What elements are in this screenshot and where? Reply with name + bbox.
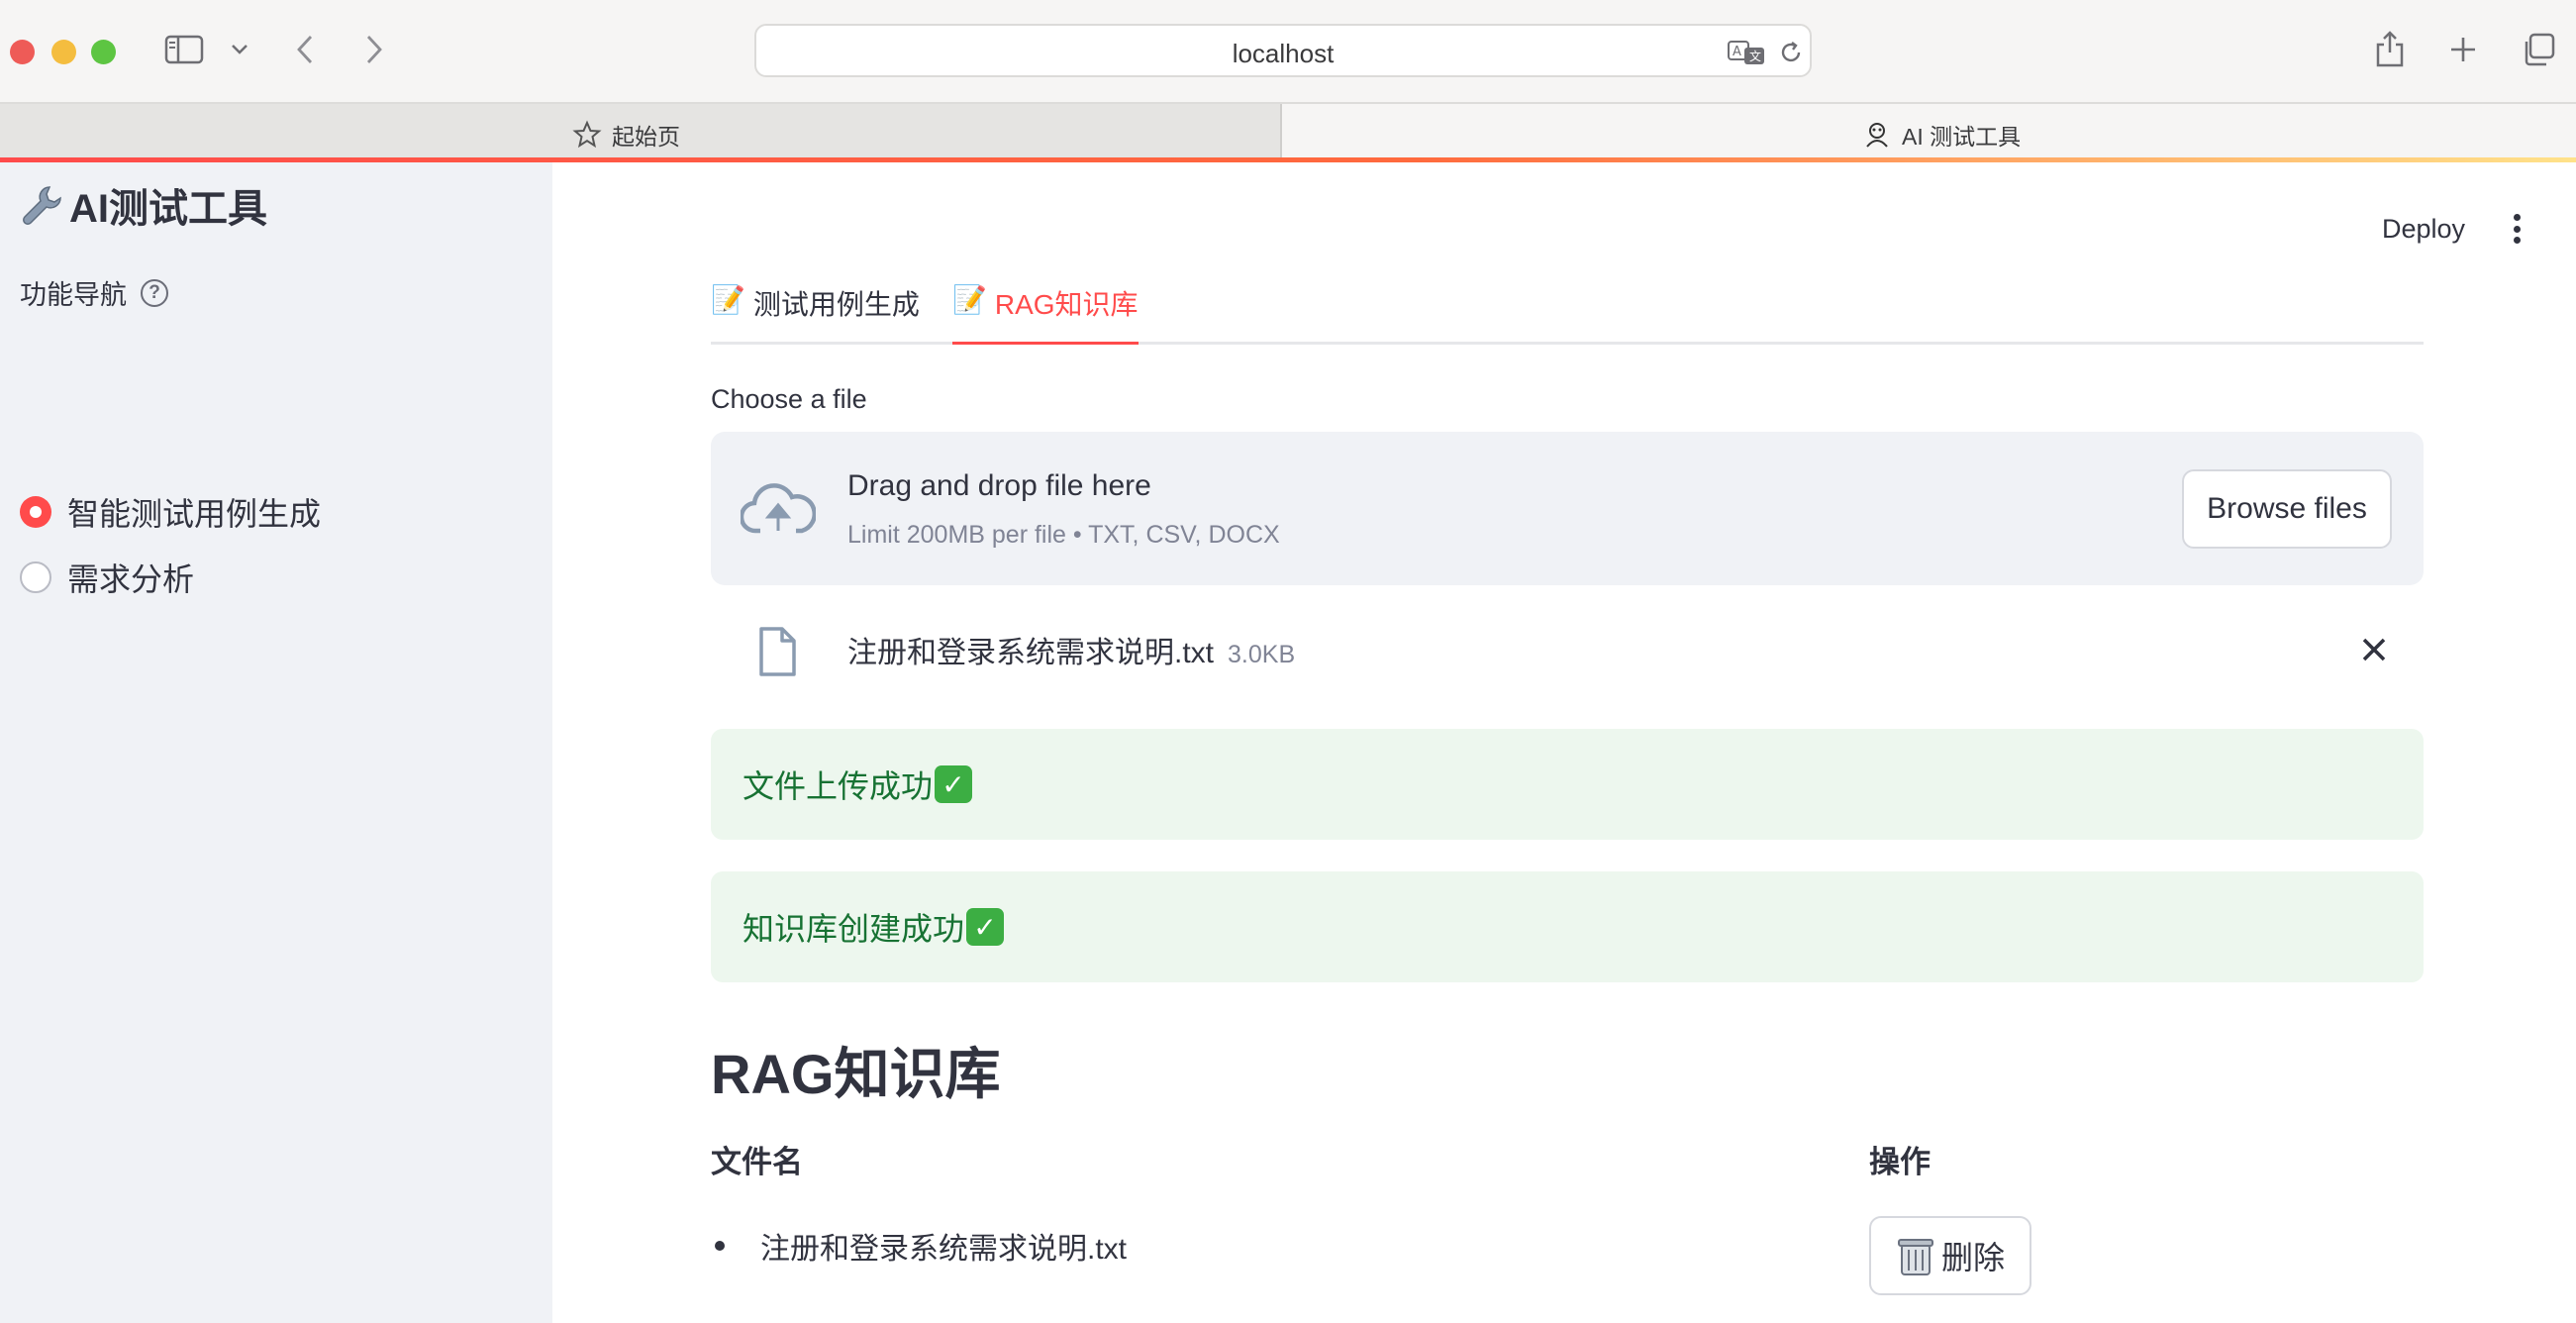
radio-option-requirement-analysis[interactable]: 需求分析: [20, 555, 194, 600]
forward-arrow-icon[interactable]: [362, 32, 386, 67]
tab-label: 测试用例生成: [752, 289, 920, 320]
alert-text: 知识库创建成功: [743, 911, 965, 947]
back-arrow-icon[interactable]: [293, 32, 317, 67]
svg-text:文: 文: [1749, 49, 1761, 63]
address-bar[interactable]: localhost A文: [754, 24, 1812, 77]
uploaded-file-name: 注册和登录系统需求说明.txt 3.0KB: [847, 628, 1295, 671]
radio-option-label: 需求分析: [67, 561, 195, 597]
translate-icon[interactable]: A文: [1727, 38, 1766, 67]
nav-label-text: 功能导航: [20, 280, 127, 310]
uploaded-file-row: 注册和登录系统需求说明.txt 3.0KB: [711, 614, 2424, 683]
upload-success-alert: 文件上传成功 ✓: [711, 729, 2424, 840]
uploaded-file-size: 3.0KB: [1228, 641, 1296, 668]
new-tab-plus-icon[interactable]: [2445, 32, 2481, 67]
tab-rag-knowledge-base[interactable]: 📝 RAG知识库: [952, 279, 1139, 345]
browser-toolbar: localhost A文: [0, 0, 2576, 102]
file-icon: [759, 627, 796, 676]
browser-tab-start-page[interactable]: 起始页: [0, 104, 1282, 159]
close-window-button[interactable]: [10, 40, 35, 64]
knowledge-base-title: RAG知识库: [711, 1043, 1001, 1105]
close-icon[interactable]: [2354, 630, 2394, 669]
deploy-button[interactable]: Deploy: [2382, 214, 2465, 245]
bullet-icon: [715, 1241, 725, 1251]
check-mark-icon: ✓: [935, 765, 973, 803]
alert-text: 文件上传成功: [743, 768, 934, 804]
column-header-actions: 操作: [1869, 1145, 1931, 1179]
list-item: 注册和登录系统需求说明.txt: [715, 1224, 1127, 1268]
memo-icon: 📝: [711, 284, 745, 315]
dropzone-title: Drag and drop file here: [847, 469, 1151, 502]
uploaded-file-name-text: 注册和登录系统需求说明.txt: [847, 637, 1215, 669]
star-icon: [572, 120, 602, 149]
streamlit-favicon-icon: [1866, 123, 1888, 148]
file-uploader-label: Choose a file: [711, 384, 867, 414]
wrench-icon: [23, 186, 61, 225]
sidebar-toggle-icon[interactable]: [164, 34, 204, 65]
kb-file-name: 注册和登录系统需求说明.txt: [760, 1233, 1128, 1266]
radio-option-label: 智能测试用例生成: [67, 496, 322, 532]
trash-icon: [1897, 1239, 1933, 1275]
column-header-filename: 文件名: [711, 1145, 803, 1179]
file-dropzone[interactable]: Drag and drop file here Limit 200MB per …: [711, 432, 2424, 585]
radio-unselected-icon[interactable]: [20, 561, 51, 593]
sidebar: [0, 162, 552, 1323]
minimize-window-button[interactable]: [51, 40, 76, 64]
dropzone-limit-text: Limit 200MB per file • TXT, CSV, DOCX: [847, 521, 1280, 549]
help-icon[interactable]: ?: [141, 278, 168, 307]
content-tabs: 📝 测试用例生成 📝 RAG知识库: [711, 279, 2424, 345]
browse-files-button[interactable]: Browse files: [2182, 469, 2392, 549]
browser-tab-label: 起始页: [612, 124, 680, 150]
share-icon[interactable]: [2372, 28, 2408, 69]
tab-test-case-generation[interactable]: 📝 测试用例生成: [711, 279, 920, 345]
radio-option-test-case-generation[interactable]: 智能测试用例生成: [20, 489, 321, 535]
chevron-down-icon[interactable]: [228, 40, 251, 59]
app-title: AI测试工具: [20, 176, 267, 234]
browser-tab-strip: 起始页 AI 测试工具: [0, 102, 2576, 159]
cloud-upload-icon: [741, 483, 816, 534]
app-title-text: AI测试工具: [69, 187, 267, 231]
delete-button-label: 删除: [1940, 1240, 2005, 1275]
browser-tab-label: AI 测试工具: [1902, 124, 2022, 150]
svg-text:A: A: [1733, 45, 1741, 59]
reload-icon[interactable]: [1776, 38, 1806, 67]
kb-created-success-alert: 知识库创建成功 ✓: [711, 871, 2424, 982]
tab-label: RAG知识库: [994, 289, 1139, 320]
url-text: localhost: [1232, 39, 1335, 68]
browser-tab-ai-tool[interactable]: AI 测试工具: [1282, 104, 2576, 159]
zoom-window-button[interactable]: [91, 40, 116, 64]
nav-label: 功能导航 ?: [20, 273, 168, 312]
delete-button[interactable]: 删除: [1869, 1216, 2031, 1295]
check-mark-icon: ✓: [966, 908, 1005, 946]
memo-icon: 📝: [952, 284, 987, 315]
radio-selected-icon[interactable]: [20, 496, 51, 528]
tab-overview-icon[interactable]: [2519, 30, 2558, 69]
main-menu-kebab-icon[interactable]: [2511, 214, 2523, 244]
